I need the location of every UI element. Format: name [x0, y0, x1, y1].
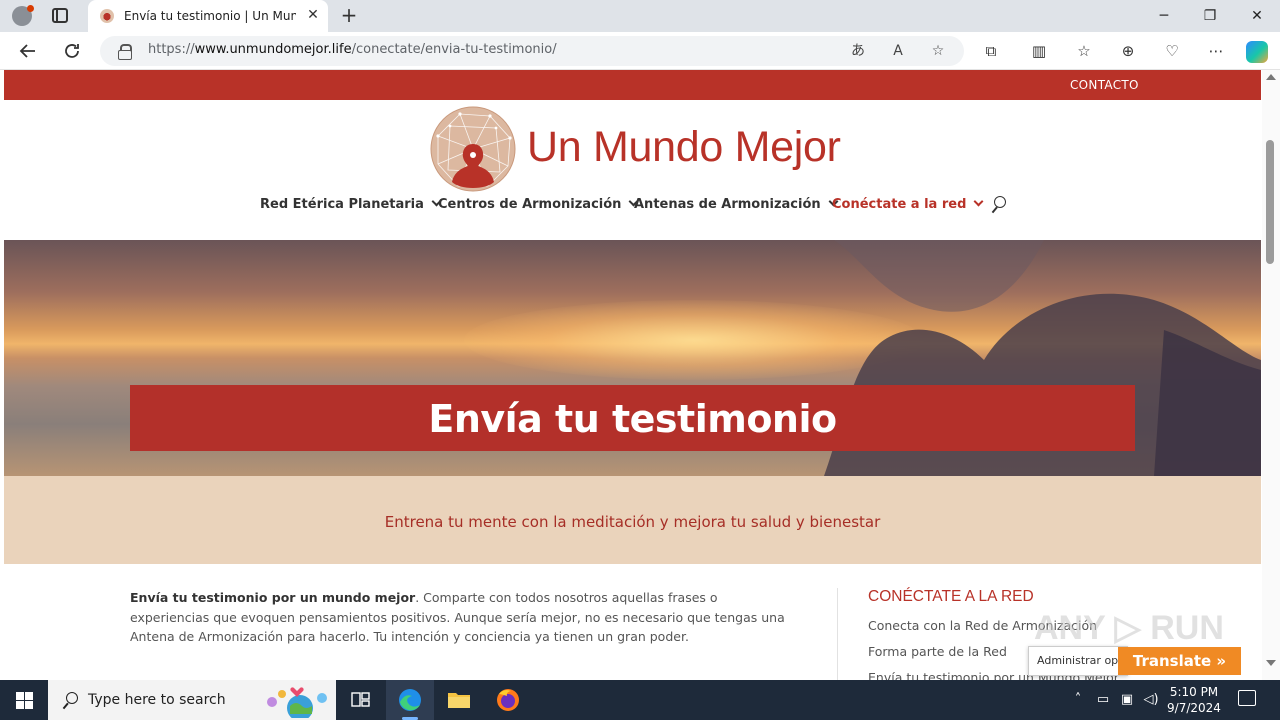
extensions-icon[interactable]: ⧉	[980, 40, 1002, 62]
tab-actions-icon[interactable]	[52, 8, 68, 23]
intro-paragraph: Envía tu testimonio por un mundo mejor. …	[130, 588, 790, 647]
copilot-icon[interactable]	[1246, 41, 1268, 63]
site-logo-icon[interactable]	[430, 106, 516, 192]
taskbar-clock[interactable]: 5:10 PM 9/7/2024	[1160, 684, 1228, 716]
site-brand-title[interactable]: Un Mundo Mejor	[527, 123, 841, 172]
translate-button[interactable]: Translate »	[1118, 647, 1241, 675]
back-arrow-icon[interactable]	[17, 40, 39, 62]
browser-tab-active[interactable]: Envía tu testimonio | Un Mundo Mejor ✕	[88, 0, 328, 32]
menu-label: Conéctate a la red	[832, 197, 967, 212]
taskbar-search-placeholder: Type here to search	[88, 692, 226, 708]
search-icon	[62, 692, 78, 708]
windows-start-icon[interactable]	[16, 692, 33, 709]
page-scrollbar[interactable]	[1262, 70, 1280, 680]
taskbar-search-box[interactable]: Type here to search	[48, 680, 336, 720]
window-minimize-button[interactable]: ─	[1152, 4, 1176, 28]
tray-chevron-up-icon[interactable]: ˄	[1069, 691, 1087, 709]
top-bar: CONTACTO	[4, 70, 1261, 100]
edge-taskbar-icon[interactable]	[386, 680, 434, 720]
clock-time: 5:10 PM	[1169, 685, 1219, 699]
menu-label: Centros de Armonización	[438, 197, 622, 212]
split-screen-icon[interactable]: ▥	[1028, 40, 1050, 62]
notifications-icon[interactable]	[1238, 690, 1256, 706]
tagline-text: Entrena tu mente con la meditación y mej…	[384, 513, 881, 531]
favorites-icon[interactable]: ☆	[1073, 40, 1095, 62]
sidebar-link-forma-parte[interactable]: Forma parte de la Red	[868, 644, 1007, 659]
file-explorer-icon[interactable]	[435, 680, 483, 720]
new-tab-button[interactable]: +	[338, 4, 360, 26]
chevron-down-icon	[973, 196, 984, 207]
windows-taskbar: Type here to search ˄ ▭ ▣ ◁) 5:10 PM 9/7…	[0, 680, 1280, 720]
network-icon[interactable]: ▣	[1118, 691, 1136, 709]
search-icon[interactable]	[990, 196, 1008, 214]
column-divider	[837, 588, 838, 680]
window-close-button[interactable]: ✕	[1245, 4, 1269, 28]
window-restore-button[interactable]: ❐	[1198, 4, 1222, 28]
url-text[interactable]: https://www.unmundomejor.life/conectate/…	[148, 42, 557, 57]
reload-icon[interactable]	[61, 40, 83, 62]
address-bar[interactable]: https://www.unmundomejor.life/conectate/…	[100, 36, 964, 66]
menu-centros[interactable]: Centros de Armonización	[438, 196, 639, 212]
site-favicon-icon	[100, 9, 114, 23]
browser-tab-bar: Envía tu testimonio | Un Mundo Mejor ✕ +…	[0, 0, 1280, 32]
profile-icon[interactable]	[12, 5, 34, 26]
browser-toolbar: https://www.unmundomejor.life/conectate/…	[0, 32, 1280, 70]
menu-label: Antenas de Armonización	[634, 197, 821, 212]
tray-device-icon[interactable]: ▭	[1094, 691, 1112, 709]
lock-icon[interactable]	[118, 44, 132, 60]
menu-conectate[interactable]: Conéctate a la red	[832, 196, 984, 212]
contact-link[interactable]: CONTACTO	[1070, 78, 1139, 92]
collections-icon[interactable]: ⊕	[1117, 40, 1139, 62]
volume-icon[interactable]: ◁)	[1142, 691, 1160, 709]
translate-page-icon[interactable]: あ	[848, 41, 868, 61]
scroll-up-arrow-icon[interactable]	[1266, 74, 1276, 80]
admin-options-popup[interactable]: Administrar opciones	[1028, 646, 1128, 676]
web-page: CONTACTO Un Mundo Mejor Red Etérica Plan…	[4, 70, 1261, 680]
favorite-star-icon[interactable]: ☆	[928, 41, 948, 61]
hero-banner: Envía tu testimonio	[4, 240, 1261, 476]
search-highlight-icon	[267, 687, 327, 718]
page-title: Envía tu testimonio	[428, 397, 837, 441]
menu-antenas[interactable]: Antenas de Armonización	[634, 196, 839, 212]
read-aloud-icon[interactable]: A	[888, 41, 908, 61]
firefox-icon[interactable]	[484, 680, 532, 720]
scroll-down-arrow-icon[interactable]	[1266, 660, 1276, 666]
tab-title: Envía tu testimonio | Un Mundo Mejor	[124, 9, 296, 23]
clock-date: 9/7/2024	[1167, 701, 1221, 715]
intro-lead: Envía tu testimonio por un mundo mejor	[130, 590, 416, 605]
tagline-band: Entrena tu mente con la meditación y mej…	[4, 476, 1261, 564]
hero-title-band: Envía tu testimonio	[130, 385, 1135, 451]
menu-label: Red Etérica Planetaria	[260, 197, 424, 212]
more-options-icon[interactable]: ⋯	[1205, 40, 1227, 62]
menu-red-eterica[interactable]: Red Etérica Planetaria	[260, 196, 442, 212]
tab-close-icon[interactable]: ✕	[304, 6, 322, 24]
browser-essentials-icon[interactable]: ♡	[1161, 40, 1183, 62]
sidebar-title: CONÉCTATE A LA RED	[868, 588, 1034, 605]
task-view-icon[interactable]	[336, 680, 384, 720]
scrollbar-thumb[interactable]	[1266, 140, 1274, 264]
anyrun-watermark: ANY ▷ RUN	[1034, 609, 1224, 647]
